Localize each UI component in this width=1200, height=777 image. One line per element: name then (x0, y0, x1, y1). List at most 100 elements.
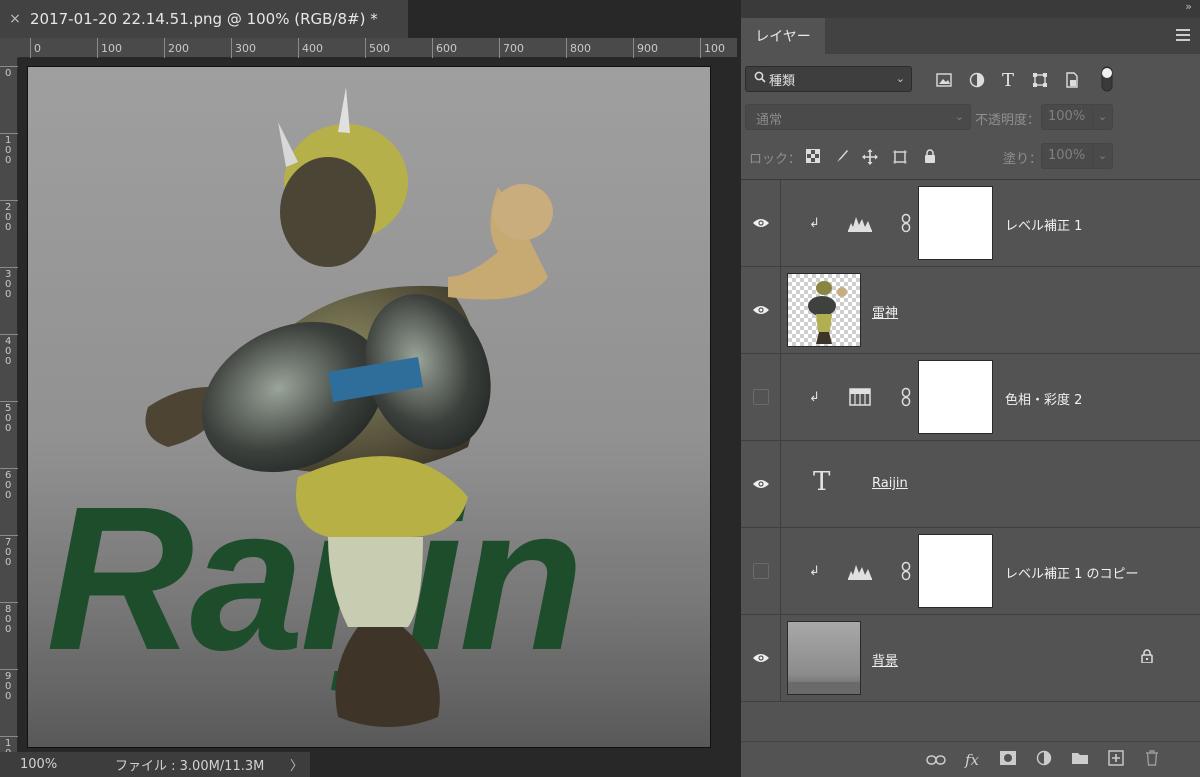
layer-row-levels-1[interactable]: ↲ レベル補正 1 (741, 180, 1200, 267)
ruler-v-tick: 300 (0, 267, 18, 300)
vertical-ruler[interactable]: 0 100 200 300 400 500 600 700 800 900 100 (0, 58, 18, 769)
ruler-h-tick: 900 (633, 38, 658, 58)
ruler-v-label: 800 (5, 604, 12, 635)
blend-row: 通常 ⌄ 不透明度： 100% ⌄ (741, 104, 1200, 132)
type-layer-filter-icon[interactable]: T (998, 70, 1018, 91)
ruler-h-label: 700 (503, 42, 524, 55)
layer-thumbnail[interactable] (787, 621, 861, 695)
hidden-visibility-box (752, 389, 769, 405)
mask-link-icon[interactable] (901, 387, 911, 411)
add-mask-icon[interactable] (997, 750, 1019, 770)
layer-row-raijin-figure[interactable]: 雷神 (741, 267, 1200, 354)
chevron-down-icon[interactable]: ⌄ (1092, 105, 1112, 129)
collapse-panels-icon[interactable]: » (1185, 0, 1192, 13)
ruler-v-label: 200 (5, 202, 12, 233)
fill-label: 塗り： (1003, 152, 1043, 167)
status-spacer (310, 752, 737, 777)
ruler-h-tick: 600 (432, 38, 457, 58)
close-tab-icon[interactable]: × (0, 11, 30, 27)
clipping-arrow-icon: ↲ (809, 564, 820, 579)
blend-mode-select[interactable]: 通常 ⌄ (745, 104, 971, 130)
layer-visibility-toggle[interactable] (741, 615, 781, 701)
ruler-h-label: 800 (570, 42, 591, 55)
layer-mask-thumbnail[interactable] (918, 360, 993, 434)
adjustment-layer-filter-icon[interactable] (967, 70, 987, 90)
lock-label: ロック： (749, 152, 802, 167)
layer-row-levels-1-copy[interactable]: ↲ レベル補正 1 のコピー (741, 528, 1200, 615)
figure-head (280, 157, 376, 267)
ruler-v-label: 500 (5, 403, 12, 434)
hamburger-icon[interactable] (1176, 27, 1190, 45)
fill-field[interactable]: 100% ⌄ (1041, 143, 1113, 169)
layer-name[interactable]: 背景 (872, 650, 898, 669)
ruler-h-tick: 0 (30, 38, 41, 58)
hidden-visibility-box (752, 563, 769, 579)
layers-list: ↲ レベル補正 1 雷神 ↲ 色相・彩度 2 T Raijin ↲ レベル補正 … (741, 179, 1200, 702)
ruler-h-tick: 100 (700, 38, 725, 58)
ruler-v-label: 700 (5, 537, 12, 568)
layer-visibility-toggle[interactable] (741, 354, 781, 440)
file-info: ファイル : 3.00M/11.3M (115, 759, 265, 774)
layer-visibility-toggle[interactable] (741, 441, 781, 527)
ruler-h-label: 100 (101, 42, 122, 55)
ruler-h-label: 500 (369, 42, 390, 55)
ruler-h-label: 400 (302, 42, 323, 55)
new-layer-icon[interactable] (1105, 750, 1127, 770)
filter-kind-select[interactable]: 種類 ⌄ (745, 66, 912, 92)
ruler-v-tick: 100 (0, 133, 18, 166)
zoom-level[interactable]: 100% (0, 757, 80, 772)
mask-link-icon[interactable] (901, 213, 911, 237)
ruler-h-tick: 500 (365, 38, 390, 58)
pixel-layer-filter-icon[interactable] (934, 70, 954, 90)
levels-adjustment-icon (847, 213, 873, 233)
link-layers-icon[interactable] (925, 750, 947, 770)
layer-mask-thumbnail[interactable] (918, 186, 993, 260)
delete-layer-trash-icon[interactable] (1141, 750, 1163, 770)
layer-name[interactable]: 色相・彩度 2 (1005, 389, 1082, 408)
layer-lock-icon[interactable] (1141, 649, 1153, 667)
new-group-folder-icon[interactable] (1069, 750, 1091, 770)
layers-panel: » レイヤー 種類 ⌄ T 通常 ⌄ 不透明度： 100% ⌄ ロック： 塗り：… (741, 0, 1200, 777)
image-canvas[interactable]: Raijin (27, 66, 711, 748)
layer-thumbnail[interactable] (787, 273, 861, 347)
figure-legs (328, 537, 423, 627)
smart-object-filter-icon[interactable] (1062, 70, 1082, 90)
ruler-corner[interactable] (0, 38, 18, 58)
new-adjustment-layer-icon[interactable] (1033, 750, 1055, 770)
ruler-v-tick: 400 (0, 334, 18, 367)
lock-position-icon[interactable] (862, 149, 878, 165)
layer-name[interactable]: レベル補正 1 (1005, 215, 1082, 234)
ruler-v-label: 300 (5, 269, 12, 300)
layer-mask-thumbnail[interactable] (918, 534, 993, 608)
layer-visibility-toggle[interactable] (741, 180, 781, 266)
horizontal-ruler[interactable]: 0 100 200 300 400 500 600 700 800 900 100 (18, 38, 737, 58)
layer-name[interactable]: レベル補正 1 のコピー (1005, 563, 1139, 582)
layer-row-background[interactable]: 背景 (741, 615, 1200, 702)
tab-layers[interactable]: レイヤー (741, 18, 825, 54)
lock-transparent-pixels-icon[interactable] (805, 149, 821, 165)
layer-style-fx-icon[interactable]: fx (961, 750, 983, 770)
lock-all-icon[interactable] (922, 149, 938, 165)
mask-link-icon[interactable] (901, 561, 911, 585)
shape-layer-filter-icon[interactable] (1030, 70, 1050, 90)
ruler-h-label: 0 (34, 42, 41, 55)
eye-icon (752, 649, 770, 668)
ruler-h-tick: 800 (566, 38, 591, 58)
layer-visibility-toggle[interactable] (741, 528, 781, 614)
layer-name[interactable]: 雷神 (872, 302, 898, 321)
lock-image-pixels-icon[interactable] (834, 149, 850, 165)
layer-row-raijin-text[interactable]: T Raijin (741, 441, 1200, 528)
ruler-h-tick: 300 (231, 38, 256, 58)
status-menu-arrow-icon[interactable]: 〉 (290, 755, 310, 774)
filter-toggle-icon[interactable] (1097, 66, 1117, 92)
eye-icon (752, 475, 770, 494)
layer-name[interactable]: Raijin (872, 476, 908, 491)
ruler-v-tick: 500 (0, 401, 18, 434)
lock-artboard-icon[interactable] (892, 149, 908, 165)
document-tab[interactable]: × 2017-01-20 22.14.51.png @ 100% (RGB/8#… (0, 0, 408, 38)
chevron-down-icon[interactable]: ⌄ (1092, 144, 1112, 168)
lock-row: ロック： 塗り： 100% ⌄ (741, 143, 1200, 171)
layer-visibility-toggle[interactable] (741, 267, 781, 353)
opacity-field[interactable]: 100% ⌄ (1041, 104, 1113, 130)
layer-row-hue-saturation-2[interactable]: ↲ 色相・彩度 2 (741, 354, 1200, 441)
